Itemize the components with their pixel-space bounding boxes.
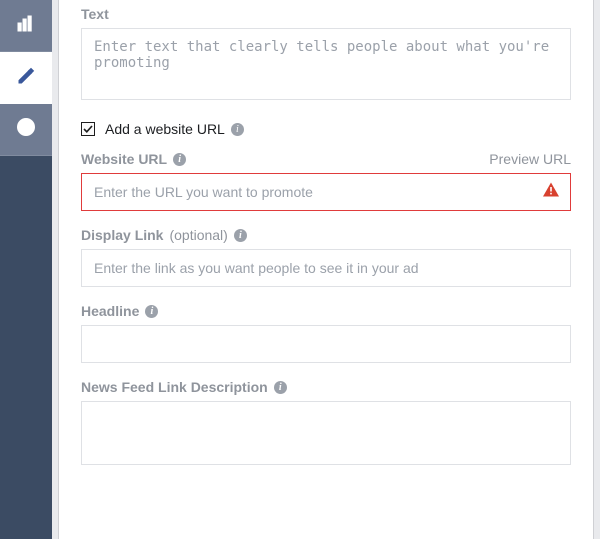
info-icon[interactable]: i bbox=[173, 153, 186, 166]
sidebar-item-history[interactable] bbox=[0, 104, 52, 156]
main-panel-wrap: Text Add a website URL i Website URL bbox=[52, 0, 600, 539]
headline-input[interactable] bbox=[81, 325, 571, 363]
info-icon[interactable]: i bbox=[234, 229, 247, 242]
bar-chart-icon bbox=[16, 13, 36, 38]
sidebar bbox=[0, 0, 52, 539]
app-root: Text Add a website URL i Website URL bbox=[0, 0, 600, 539]
info-icon[interactable]: i bbox=[145, 305, 158, 318]
pencil-icon bbox=[17, 67, 35, 90]
add-url-row: Add a website URL i bbox=[81, 121, 571, 137]
field-nf-desc: News Feed Link Description i bbox=[81, 379, 571, 470]
clock-icon bbox=[16, 117, 36, 142]
sidebar-item-edit[interactable] bbox=[0, 52, 52, 104]
field-website-url: Website URL i Preview URL bbox=[81, 151, 571, 211]
info-icon[interactable]: i bbox=[231, 123, 244, 136]
check-icon bbox=[83, 124, 93, 134]
nf-desc-label: News Feed Link Description i bbox=[81, 379, 287, 395]
add-url-checkbox[interactable] bbox=[81, 122, 95, 136]
website-url-label: Website URL i bbox=[81, 151, 186, 167]
headline-label: Headline i bbox=[81, 303, 158, 319]
main-panel: Text Add a website URL i Website URL bbox=[58, 0, 594, 539]
display-link-input[interactable] bbox=[81, 249, 571, 287]
website-url-input[interactable] bbox=[81, 173, 571, 211]
field-display-link: Display Link (optional) i bbox=[81, 227, 571, 287]
info-icon[interactable]: i bbox=[274, 381, 287, 394]
preview-url-link[interactable]: Preview URL bbox=[489, 151, 571, 167]
display-link-label: Display Link (optional) i bbox=[81, 227, 247, 243]
add-url-label: Add a website URL i bbox=[105, 121, 244, 137]
text-input[interactable] bbox=[81, 28, 571, 100]
field-text: Text bbox=[81, 6, 571, 105]
sidebar-item-performance[interactable] bbox=[0, 0, 52, 52]
text-label: Text bbox=[81, 6, 109, 22]
nf-desc-input[interactable] bbox=[81, 401, 571, 465]
field-headline: Headline i bbox=[81, 303, 571, 363]
sidebar-filler bbox=[0, 156, 52, 539]
warning-icon bbox=[543, 183, 559, 202]
